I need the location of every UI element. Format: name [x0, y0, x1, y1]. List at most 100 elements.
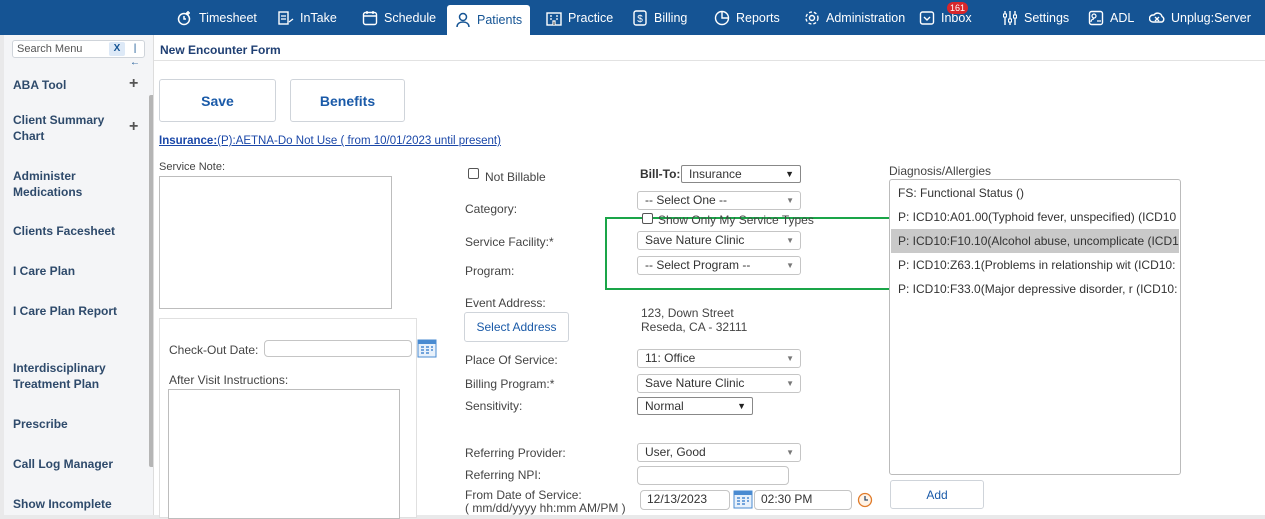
select-address-button[interactable]: Select Address — [464, 312, 569, 342]
nav-settings[interactable]: Settings — [1002, 0, 1069, 35]
category-label: Category: — [465, 202, 518, 216]
sidebar-search-clear-button[interactable]: X — [109, 42, 125, 56]
checkout-date-input[interactable] — [264, 340, 412, 357]
billing-program-select[interactable]: Save Nature Clinic ▼ — [637, 374, 801, 393]
add-diagnosis-button[interactable]: Add — [890, 480, 984, 509]
nav-settings-label: Settings — [1024, 10, 1070, 25]
billing-program-value: Save Nature Clinic — [645, 376, 745, 390]
save-button[interactable]: Save — [159, 79, 276, 122]
sidebar-item-i-care-plan-report[interactable]: I Care Plan Report — [13, 303, 123, 319]
nav-adl-label: ADL — [1110, 10, 1135, 25]
sensitivity-value: Normal — [645, 399, 684, 413]
nav-patients[interactable]: Patients — [447, 5, 531, 35]
service-facility-value: Save Nature Clinic — [645, 233, 745, 247]
sensitivity-select[interactable]: Normal ▼ — [637, 397, 753, 415]
service-facility-label: Service Facility:* — [465, 235, 554, 249]
insurance-link[interactable]: Insurance:(P):AETNA-Do Not Use ( from 10… — [159, 135, 501, 147]
from-time-input[interactable]: 02:30 PM — [754, 490, 852, 510]
sidebar-item-show-incomplete[interactable]: Show Incomplete — [13, 496, 143, 512]
app-window: Timesheet InTake Schedule Patients Pract… — [0, 0, 1265, 519]
nav-reports[interactable]: Reports — [714, 0, 780, 35]
place-of-service-select[interactable]: 11: Office ▼ — [637, 349, 801, 368]
not-billable-checkbox[interactable] — [468, 168, 479, 179]
diagnosis-list-item[interactable]: P: ICD10:F10.10(Alcohol abuse, uncomplic… — [891, 229, 1179, 253]
person-icon — [455, 12, 471, 28]
unplug-icon — [1149, 10, 1165, 26]
calendar-icon[interactable] — [417, 339, 437, 358]
after-visit-instructions-label: After Visit Instructions: — [169, 373, 289, 387]
diagnosis-list-item[interactable]: P: ICD10:F33.0(Major depressive disorder… — [891, 277, 1179, 301]
main-content: New Encounter Form Save Benefits Insuran… — [154, 35, 1265, 519]
place-of-service-value: 11: Office — [645, 351, 696, 365]
from-date-label: From Date of Service: — [465, 488, 582, 502]
title-divider — [154, 60, 1265, 61]
referring-npi-input[interactable] — [637, 466, 789, 485]
nav-administration[interactable]: Administration — [804, 0, 905, 35]
insurance-prefix: Insurance: — [159, 135, 218, 147]
sidebar-item-prescribe[interactable]: Prescribe — [13, 416, 143, 432]
pie-chart-icon — [714, 10, 730, 26]
nav-administration-label: Administration — [826, 10, 906, 25]
chevron-down-icon: ▼ — [786, 448, 794, 457]
nav-practice-label: Practice — [568, 10, 614, 25]
benefits-button[interactable]: Benefits — [290, 79, 405, 122]
sidebar-item-i-care-plan[interactable]: I Care Plan — [13, 263, 143, 279]
clock-icon[interactable] — [857, 492, 873, 508]
nav-unplug-server-label: Unplug:Server — [1171, 10, 1251, 25]
nav-billing[interactable]: $ Billing — [632, 0, 687, 35]
service-note-label: Service Note: — [159, 161, 226, 173]
chevron-down-icon: ▼ — [786, 236, 794, 245]
sensitivity-label: Sensitivity: — [465, 399, 523, 413]
nav-timesheet-label: Timesheet — [199, 10, 257, 25]
nav-schedule[interactable]: Schedule — [362, 0, 436, 35]
diagnosis-list-item[interactable]: FS: Functional Status () — [891, 181, 1179, 205]
after-visit-instructions-textarea[interactable] — [168, 389, 400, 519]
from-date-input[interactable]: 12/13/2023 — [640, 490, 730, 510]
svg-text:$: $ — [637, 14, 643, 25]
gear-icon — [804, 10, 820, 26]
calendar-icon — [362, 10, 378, 26]
service-note-textarea[interactable] — [159, 176, 392, 309]
bill-to-value: Insurance — [689, 167, 742, 181]
nav-reports-label: Reports — [736, 10, 780, 25]
referring-provider-value: User, Good — [645, 445, 706, 459]
nav-schedule-label: Schedule — [384, 10, 437, 25]
address-line-1: 123, Down Street — [641, 306, 734, 320]
service-facility-select[interactable]: Save Nature Clinic ▼ — [637, 231, 801, 250]
nav-adl[interactable]: ADL — [1088, 0, 1134, 35]
adl-icon — [1088, 10, 1104, 26]
chevron-down-icon: ▼ — [786, 261, 794, 270]
referring-provider-select[interactable]: User, Good ▼ — [637, 443, 801, 462]
diagnosis-list[interactable]: FS: Functional Status () P: ICD10:A01.00… — [889, 179, 1181, 475]
diagnosis-list-item[interactable]: P: ICD10:A01.00(Typhoid fever, unspecifi… — [891, 205, 1179, 229]
event-address-label: Event Address: — [465, 296, 546, 310]
expand-plus-icon[interactable]: + — [129, 118, 141, 136]
nav-practice[interactable]: Practice — [546, 0, 613, 35]
nav-timesheet[interactable]: Timesheet — [177, 0, 257, 35]
sidebar-item-administer-medications[interactable]: Administer Medications — [13, 168, 123, 200]
sidebar-item-clients-facesheet[interactable]: Clients Facesheet — [13, 223, 143, 239]
program-select[interactable]: -- Select Program -- ▼ — [637, 256, 801, 275]
sidebar-item-client-summary-chart[interactable]: Client Summary Chart — [13, 112, 123, 144]
sidebar-item-aba-tool[interactable]: ABA Tool — [13, 77, 143, 93]
from-date-hint: ( mm/dd/yyyy hh:mm AM/PM ) — [465, 501, 626, 515]
bill-to-select[interactable]: Insurance ▼ — [681, 165, 801, 183]
calendar-icon[interactable] — [733, 490, 753, 509]
program-value: -- Select Program -- — [645, 258, 751, 272]
chevron-down-icon: ▼ — [786, 379, 794, 388]
expand-plus-icon[interactable]: + — [129, 75, 141, 93]
show-only-my-service-types-checkbox[interactable] — [642, 213, 653, 224]
place-of-service-label: Place Of Service: — [465, 353, 558, 367]
sidebar-item-call-log-manager[interactable]: Call Log Manager — [13, 456, 143, 472]
category-select[interactable]: -- Select One -- ▼ — [637, 191, 801, 210]
nav-intake-label: InTake — [300, 10, 337, 25]
nav-billing-label: Billing — [654, 10, 688, 25]
nav-unplug-server[interactable]: Unplug:Server — [1149, 0, 1251, 35]
sidebar-item-interdisciplinary-treatment-plan[interactable]: Interdisciplinary Treatment Plan — [13, 360, 128, 392]
diagnosis-list-item[interactable]: P: ICD10:Z63.1(Problems in relationship … — [891, 253, 1179, 277]
nav-intake[interactable]: InTake — [278, 0, 337, 35]
sidebar-search-input[interactable]: Search Menu — [12, 40, 145, 58]
nav-inbox[interactable]: Inbox 161 — [919, 0, 972, 35]
billing-program-label: Billing Program:* — [465, 377, 555, 391]
sidebar-collapse-button[interactable]: |← — [129, 42, 141, 68]
